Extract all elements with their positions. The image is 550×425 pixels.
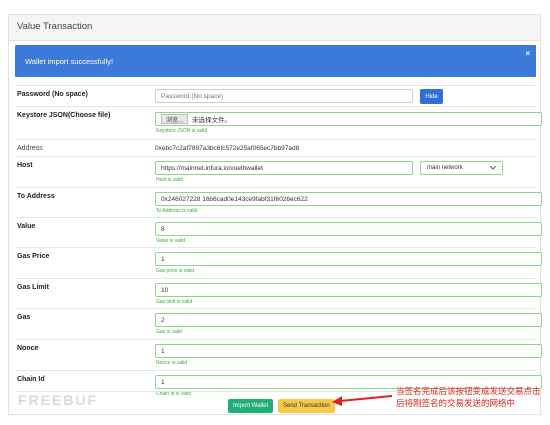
value-label: Value	[17, 223, 36, 230]
address-value: 0xebc7c2af7897a3bc6fc572e25af065ec7bb97a…	[155, 145, 300, 152]
keystore-hint: Keystore JSON is valid	[156, 128, 208, 134]
host-row: Host https://mainnet.infura.io/vuethwall…	[15, 156, 536, 187]
value-input[interactable]: 8	[155, 222, 542, 236]
gas-limit-label: Gas Limit	[17, 284, 49, 291]
network-select[interactable]: main network	[420, 161, 503, 175]
gas-price-input[interactable]: 1	[155, 252, 542, 266]
to-address-input[interactable]: 0x246027228 16b6cad0e143ce9fabf31f6026ec…	[155, 192, 542, 206]
gas-label: Gas	[17, 314, 31, 321]
address-row: Address 0xebc7c2af7897a3bc6fc572e25af065…	[15, 139, 536, 155]
gas-hint: Gas is valid	[156, 329, 182, 335]
address-label: Address	[17, 145, 43, 152]
chevron-down-icon	[490, 166, 496, 170]
no-file-text: 未选择文件。	[192, 117, 232, 124]
hide-button[interactable]: Hide	[420, 89, 443, 104]
gas-price-label: Gas Price	[17, 253, 50, 260]
gas-input[interactable]: 2	[155, 313, 542, 327]
nonce-label: Nonce	[17, 345, 39, 352]
keystore-file-input[interactable]: 浏览... 未选择文件。	[155, 112, 542, 126]
host-hint: Host is valid	[156, 177, 183, 183]
panel-title: Value Transaction	[9, 15, 540, 41]
host-label: Host	[17, 162, 33, 169]
arrow-icon	[332, 395, 393, 406]
alert-message: Wallet import successfully!	[25, 56, 114, 66]
network-value: main network	[427, 165, 463, 171]
gas-limit-row: Gas Limit 10 Gas limit is valid	[15, 278, 542, 308]
gas-limit-input[interactable]: 10	[155, 283, 542, 297]
nonce-hint: Nonce is valid	[156, 360, 188, 366]
password-label: Password (No space)	[17, 91, 88, 98]
keystore-label: Keystore JSON(Choose file)	[17, 112, 111, 119]
watermark: FREEBUF	[18, 392, 99, 408]
to-address-label: To Address	[17, 193, 55, 200]
gas-limit-hint: Gas limit is valid	[156, 299, 193, 305]
import-wallet-button[interactable]: Import Wallet	[228, 399, 274, 413]
choose-file-button[interactable]: 浏览...	[161, 114, 189, 124]
password-input[interactable]	[155, 89, 413, 103]
success-alert: Wallet import successfully! ×	[15, 45, 536, 77]
gas-price-row: Gas Price 1 Gas price is valid	[15, 247, 542, 278]
value-transaction-panel: Value Transaction Wallet import successf…	[8, 14, 542, 415]
gas-price-hint: Gas price is valid	[156, 268, 195, 274]
to-address-row: To Address 0x246027228 16b6cad0e143ce9fa…	[15, 187, 542, 217]
gas-row: Gas 2 Gas is valid	[15, 308, 542, 339]
value-row: Value 8 Value is valid	[15, 217, 542, 247]
value-hint: Value is valid	[156, 238, 186, 244]
host-input[interactable]: https://mainnet.infura.io/vuethwallet	[155, 161, 413, 175]
chain-id-label: Chain Id	[17, 376, 45, 383]
nonce-input[interactable]: 1	[155, 344, 542, 358]
to-address-hint: To Address is valid	[156, 208, 198, 214]
annotation-note: 当签名完成后该按钮变成发送交易点击后将刚签名的交易发送的网络中	[396, 386, 541, 408]
keystore-row: Keystore JSON(Choose file) 浏览... 未选择文件。 …	[15, 106, 542, 139]
password-row: Password (No space) Hide	[15, 85, 536, 105]
send-transaction-button[interactable]: Send Transaction	[278, 399, 335, 413]
nonce-row: Nonce 1 Nonce is valid	[15, 339, 542, 370]
close-icon[interactable]: ×	[525, 49, 530, 58]
